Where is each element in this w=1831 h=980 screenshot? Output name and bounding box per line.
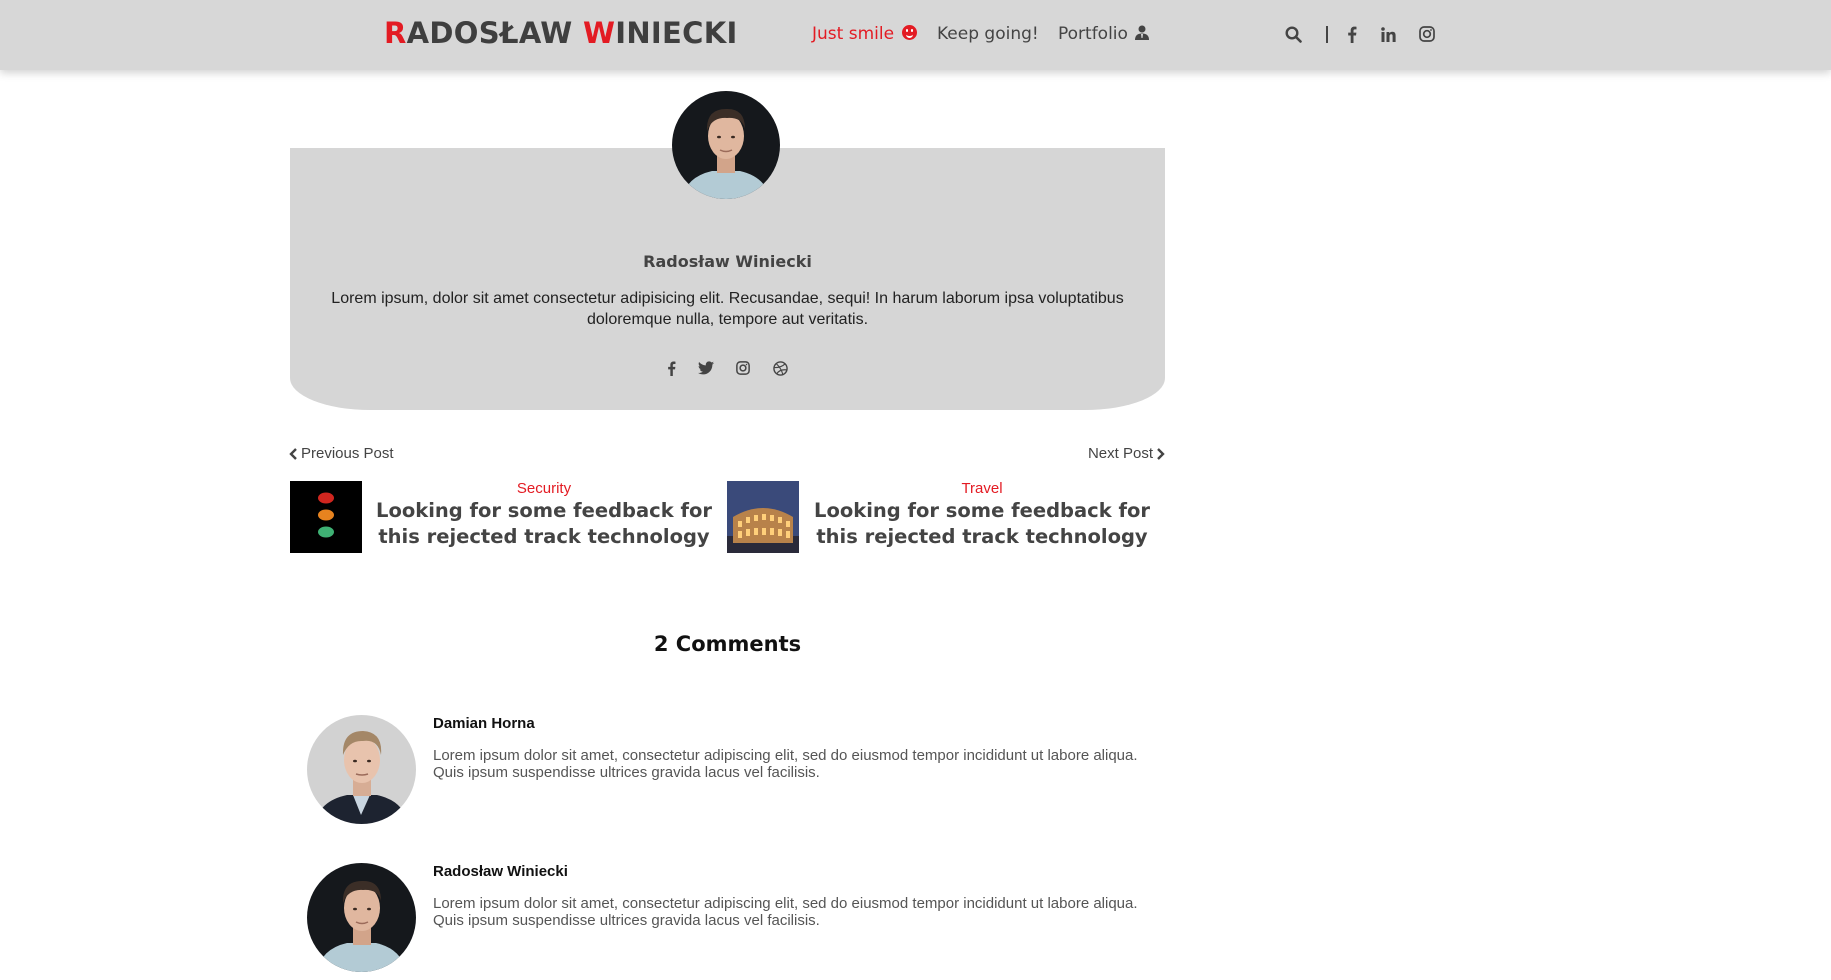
previous-post-thumbnail[interactable]: [290, 481, 362, 553]
previous-post-category[interactable]: Security: [369, 480, 719, 497]
smile-icon: [902, 25, 918, 40]
facebook-icon[interactable]: [662, 359, 680, 377]
nav-keep-going[interactable]: Keep going!: [937, 24, 1039, 44]
next-post-thumbnail[interactable]: [727, 481, 799, 553]
author-name: Radosław Winiecki: [643, 252, 812, 271]
logo-initial-r: R: [384, 16, 407, 50]
instagram-icon[interactable]: [1418, 24, 1436, 44]
facebook-icon[interactable]: [1344, 24, 1360, 44]
linkedin-icon[interactable]: [1380, 24, 1396, 44]
dribbble-icon[interactable]: [771, 359, 789, 377]
site-header: RADOSŁAW WINIECKI Just smile Keep going!…: [0, 0, 1831, 70]
comments-heading: 2 Comments: [653, 632, 802, 656]
nav-label: Portfolio: [1058, 24, 1128, 44]
nav-portfolio[interactable]: Portfolio: [1058, 24, 1150, 44]
nav-just-smile[interactable]: Just smile: [812, 24, 918, 44]
chevron-left-icon: [289, 447, 297, 460]
next-post-link[interactable]: Next Post: [1088, 445, 1165, 462]
logo-text-first: ADOSŁAW: [406, 16, 583, 50]
nav-label: Just smile: [812, 24, 895, 44]
comment-author: Damian Horna: [433, 715, 535, 732]
logo-initial-w: W: [582, 16, 616, 50]
search-icon[interactable]: [1283, 24, 1303, 44]
comment-avatar: [307, 863, 416, 972]
comment-avatar: [307, 715, 416, 824]
previous-post-title[interactable]: Looking for some feedback for this rejec…: [369, 498, 719, 550]
author-bio: Lorem ipsum, dolor sit amet consectetur …: [331, 290, 1124, 328]
instagram-icon[interactable]: [734, 359, 752, 377]
next-post-label: Next Post: [1087, 445, 1153, 462]
next-post-category[interactable]: Travel: [807, 480, 1157, 497]
previous-post-link[interactable]: Previous Post: [289, 445, 394, 462]
user-icon: [1135, 25, 1150, 40]
comment-author: Radosław Winiecki: [433, 863, 568, 880]
header-divider: [1326, 26, 1328, 43]
comment-text: Lorem ipsum dolor sit amet, consectetur …: [433, 895, 1138, 929]
twitter-icon[interactable]: [697, 359, 715, 377]
previous-post-label: Previous Post: [301, 445, 394, 462]
chevron-right-icon: [1157, 447, 1165, 460]
site-logo[interactable]: RADOSŁAW WINIECKI: [384, 16, 738, 50]
next-post-title[interactable]: Looking for some feedback for this rejec…: [807, 498, 1157, 550]
nav-label: Keep going!: [937, 24, 1039, 44]
logo-text-last: INIECKI: [615, 16, 738, 50]
comment-text: Lorem ipsum dolor sit amet, consectetur …: [433, 747, 1138, 781]
author-avatar: [672, 91, 780, 199]
